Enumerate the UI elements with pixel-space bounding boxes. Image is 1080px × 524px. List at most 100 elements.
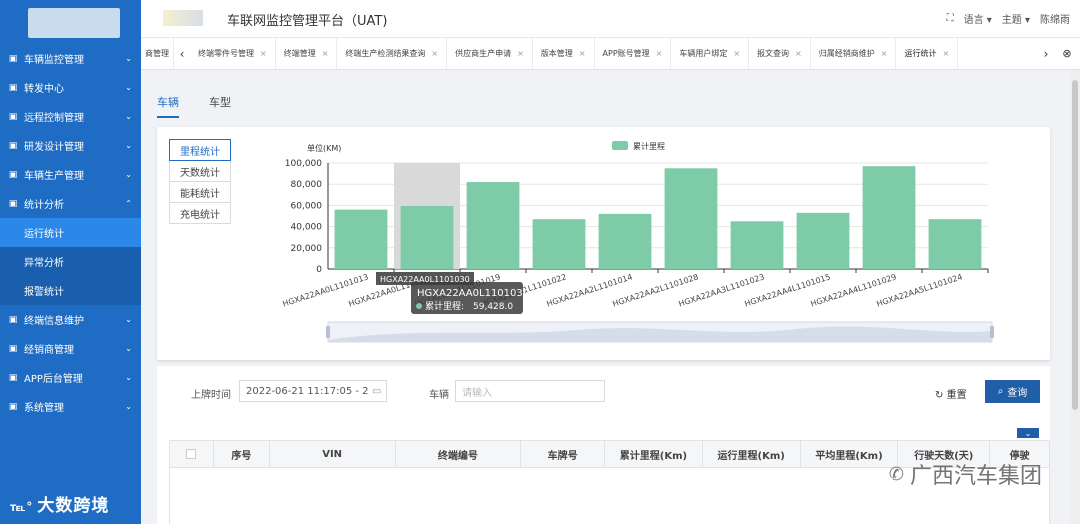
bar-8 xyxy=(862,166,916,269)
col-run-mileage[interactable]: 运行里程(Km) xyxy=(703,441,801,467)
sidebar-item-1[interactable]: ▣ 转发中心 ⌄ xyxy=(0,73,141,102)
main-content: 车辆 车型 0 20,000 40,000 60,000 80,000 100,000 单位… xyxy=(141,70,1080,524)
search-button[interactable]: ⌕ 查询 xyxy=(985,380,1040,403)
col-plate[interactable]: 车牌号 xyxy=(521,441,606,467)
sidebar-item-11[interactable]: ▣ APP后台管理 ⌄ xyxy=(0,363,141,392)
sidebar-item-2[interactable]: ▣ 远程控制管理 ⌄ xyxy=(0,102,141,131)
bar-0 xyxy=(334,209,388,269)
tab-9[interactable]: 归属经销商维护 × xyxy=(811,37,897,70)
energy-stat-button[interactable]: 能耗统计 xyxy=(169,181,231,203)
y-tick-label: 100,000 xyxy=(285,159,322,169)
collapse-icon[interactable]: ⌄ xyxy=(1017,428,1039,438)
sidebar-item-label: 远程控制管理 xyxy=(24,113,84,124)
remote-icon: ▣ xyxy=(8,111,18,122)
col-avg-mileage[interactable]: 平均里程(Km) xyxy=(801,441,899,467)
close-icon[interactable]: × xyxy=(795,49,802,58)
sidebar-item-0[interactable]: ▣ 车辆监控管理 ⌄ xyxy=(0,44,141,73)
chart-card: 0 20,000 40,000 60,000 80,000 100,000 单位(KM) 累计… xyxy=(157,127,1050,360)
close-icon[interactable]: × xyxy=(579,49,586,58)
sidebar-footer: ℡° 大数跨境 xyxy=(10,496,110,516)
user-menu[interactable]: 陈绵雨 xyxy=(1040,11,1070,26)
select-all-checkbox[interactable] xyxy=(170,441,214,467)
car-icon: ▣ xyxy=(8,169,18,180)
close-icon[interactable]: × xyxy=(942,49,949,58)
time-label: 上牌时间 xyxy=(191,390,231,401)
app-icon: ▣ xyxy=(8,372,18,383)
chevron-icon: ⌄ xyxy=(125,402,132,411)
sidebar-item-label: 研发设计管理 xyxy=(24,142,84,153)
tab-1[interactable]: 终端零件号管理 × xyxy=(190,37,276,70)
tab-6[interactable]: APP账号管理 × xyxy=(595,37,672,70)
close-icon[interactable]: × xyxy=(656,49,663,58)
stat-buttons: 里程统计 天数统计 能耗统计 充电统计 xyxy=(169,139,231,224)
col-total-mileage[interactable]: 累计里程(Km) xyxy=(605,441,703,467)
language-menu[interactable]: 语言 ▾ xyxy=(964,11,992,26)
terminal-icon: ▣ xyxy=(8,314,18,325)
tab-label: 运行统计 xyxy=(904,49,937,58)
chevron-icon: ⌄ xyxy=(125,83,132,92)
mileage-stat-button[interactable]: 里程统计 xyxy=(169,139,231,161)
close-icon[interactable]: × xyxy=(881,49,888,58)
charge-stat-button[interactable]: 充电统计 xyxy=(169,202,231,224)
vehicle-input[interactable]: 请输入 xyxy=(455,380,605,402)
subtab-model[interactable]: 车型 xyxy=(209,94,231,118)
close-icon[interactable]: × xyxy=(260,49,267,58)
tab-3[interactable]: 终端生产检测结果查询 × xyxy=(337,37,448,70)
chevron-icon: ⌃ xyxy=(125,199,132,208)
tab-8[interactable]: 报文查询 × xyxy=(749,37,811,70)
theme-menu[interactable]: 主题 ▾ xyxy=(1002,11,1030,26)
sidebar-item-6[interactable]: 运行统计 xyxy=(0,218,141,247)
sidebar-item-4[interactable]: ▣ 车辆生产管理 ⌄ xyxy=(0,160,141,189)
close-icon[interactable]: × xyxy=(431,49,438,58)
tab-label: 归属经销商维护 xyxy=(818,49,875,58)
bar-3 xyxy=(532,219,586,269)
y-tick-label: 80,000 xyxy=(291,180,323,190)
sidebar-item-label: APP后台管理 xyxy=(24,374,83,385)
col-index[interactable]: 序号 xyxy=(214,441,270,467)
col-vin[interactable]: VIN xyxy=(270,441,396,467)
reset-button[interactable]: ↻ 重置 xyxy=(935,386,967,401)
dealer-icon: ▣ xyxy=(8,343,18,354)
close-icon[interactable]: × xyxy=(733,49,740,58)
sidebar-item-7[interactable]: 异常分析 xyxy=(0,247,141,276)
zoom-handle-right xyxy=(990,326,994,338)
sidebar-item-8[interactable]: 报警统计 xyxy=(0,276,141,305)
vertical-scrollbar[interactable] xyxy=(1070,70,1080,524)
sidebar-item-12[interactable]: ▣ 系统管理 ⌄ xyxy=(0,392,141,421)
tab-prev-icon[interactable]: ‹ xyxy=(174,38,190,70)
days-stat-button[interactable]: 天数统计 xyxy=(169,160,231,182)
brand-logo-icon: ℡° xyxy=(10,500,34,514)
sidebar-item-label: 运行统计 xyxy=(24,229,64,240)
sidebar-item-5[interactable]: ▣ 统计分析 ⌃ xyxy=(0,189,141,218)
vehicle-label: 车辆 xyxy=(429,390,449,401)
header-logo xyxy=(163,10,203,26)
tab-10[interactable]: 运行统计 × xyxy=(896,37,959,70)
bar-9 xyxy=(928,219,982,269)
sidebar-item-10[interactable]: ▣ 经销商管理 ⌄ xyxy=(0,334,141,363)
bar-6 xyxy=(730,221,784,269)
tab-7[interactable]: 车辆用户绑定 × xyxy=(671,37,750,70)
tab-4[interactable]: 供应商生产申请 × xyxy=(447,37,533,70)
sidebar-item-9[interactable]: ▣ 终端信息维护 ⌄ xyxy=(0,305,141,334)
tab-label: 终端零件号管理 xyxy=(198,49,254,58)
tab-partial[interactable]: 商管理 xyxy=(141,37,174,70)
close-icon[interactable]: × xyxy=(517,49,524,58)
tab-2[interactable]: 终端管理 × xyxy=(276,37,338,70)
unit-label: 单位(KM) xyxy=(307,143,341,153)
tab-label: APP账号管理 xyxy=(602,49,650,58)
col-terminal[interactable]: 终端编号 xyxy=(396,441,522,467)
time-range-input[interactable]: 2022-06-21 11:17:05 - 2022 ▭ xyxy=(239,380,387,402)
subtab-vehicle[interactable]: 车辆 xyxy=(157,94,179,118)
close-icon[interactable]: × xyxy=(322,49,329,58)
bar-1 xyxy=(400,206,454,269)
tab-5[interactable]: 版本管理 × xyxy=(533,37,595,70)
y-tick-label: 0 xyxy=(316,265,322,275)
tab-close-all-icon[interactable]: ⊗ xyxy=(1054,38,1080,70)
tab-next-icon[interactable]: › xyxy=(1038,38,1054,70)
wechat-icon: ✆ xyxy=(888,463,904,485)
sidebar-item-label: 转发中心 xyxy=(24,84,64,95)
sidebar-item-label: 系统管理 xyxy=(24,403,64,414)
sidebar-item-label: 终端信息维护 xyxy=(24,316,84,327)
sidebar-item-3[interactable]: ▣ 研发设计管理 ⌄ xyxy=(0,131,141,160)
fullscreen-icon[interactable]: ⛶ xyxy=(947,13,954,24)
